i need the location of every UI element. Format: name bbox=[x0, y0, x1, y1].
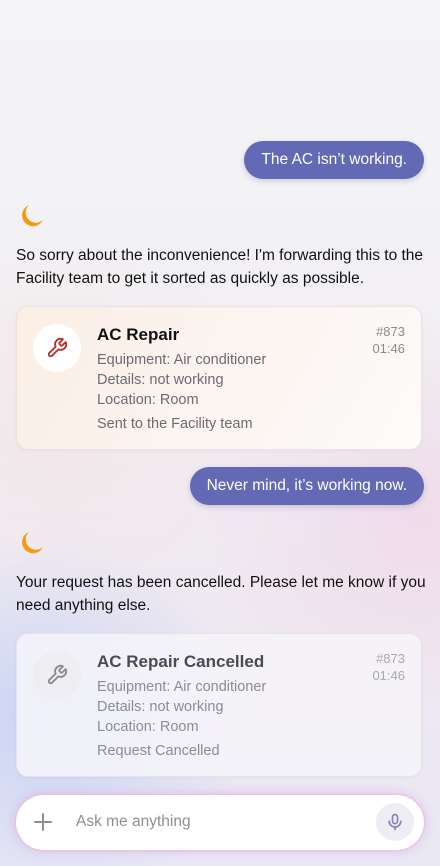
microphone-icon bbox=[388, 813, 402, 831]
card-title: AC Repair bbox=[97, 325, 180, 344]
card-title: AC Repair Cancelled bbox=[97, 652, 265, 671]
wrench-icon bbox=[33, 324, 81, 372]
details-line: Details: not working bbox=[97, 699, 224, 715]
assistant-moon-icon bbox=[22, 532, 43, 554]
status-line: Request Cancelled bbox=[97, 743, 220, 759]
location-line: Location: Room bbox=[97, 392, 199, 408]
user-message-text: The AC isn’t working. bbox=[261, 151, 407, 168]
chat-input[interactable]: Ask me anything bbox=[76, 813, 191, 831]
assistant-message: So sorry about the inconvenience! I'm fo… bbox=[16, 247, 424, 287]
assistant-moon-icon bbox=[22, 205, 43, 227]
user-message-bubble: The AC isn’t working. bbox=[244, 141, 424, 179]
cancelled-request-card[interactable]: AC Repair Cancelled #873 01:46 Equipment… bbox=[16, 633, 422, 777]
microphone-button[interactable] bbox=[376, 803, 414, 841]
card-meta: #873 01:46 bbox=[372, 650, 405, 684]
equipment-line: Equipment: Air conditioner bbox=[97, 679, 267, 695]
request-time: 01:46 bbox=[372, 341, 405, 356]
request-number: #873 bbox=[376, 651, 405, 666]
user-message-text: Never mind, it’s working now. bbox=[206, 477, 407, 494]
details-line: Details: not working bbox=[97, 372, 224, 388]
equipment-line: Equipment: Air conditioner bbox=[97, 352, 267, 368]
status-line: Sent to the Facility team bbox=[97, 416, 253, 432]
request-card[interactable]: AC Repair #873 01:46 Equipment: Air cond… bbox=[16, 306, 422, 450]
location-line: Location: Room bbox=[97, 719, 199, 735]
request-time: 01:46 bbox=[372, 668, 405, 683]
wrench-icon bbox=[33, 651, 81, 699]
chat-input-bar: Ask me anything bbox=[16, 795, 424, 850]
card-meta: #873 01:46 bbox=[372, 323, 405, 357]
user-message-bubble: Never mind, it’s working now. bbox=[189, 467, 424, 505]
plus-icon[interactable] bbox=[32, 811, 54, 833]
assistant-message: Your request has been cancelled. Please … bbox=[16, 574, 426, 614]
request-number: #873 bbox=[376, 324, 405, 339]
